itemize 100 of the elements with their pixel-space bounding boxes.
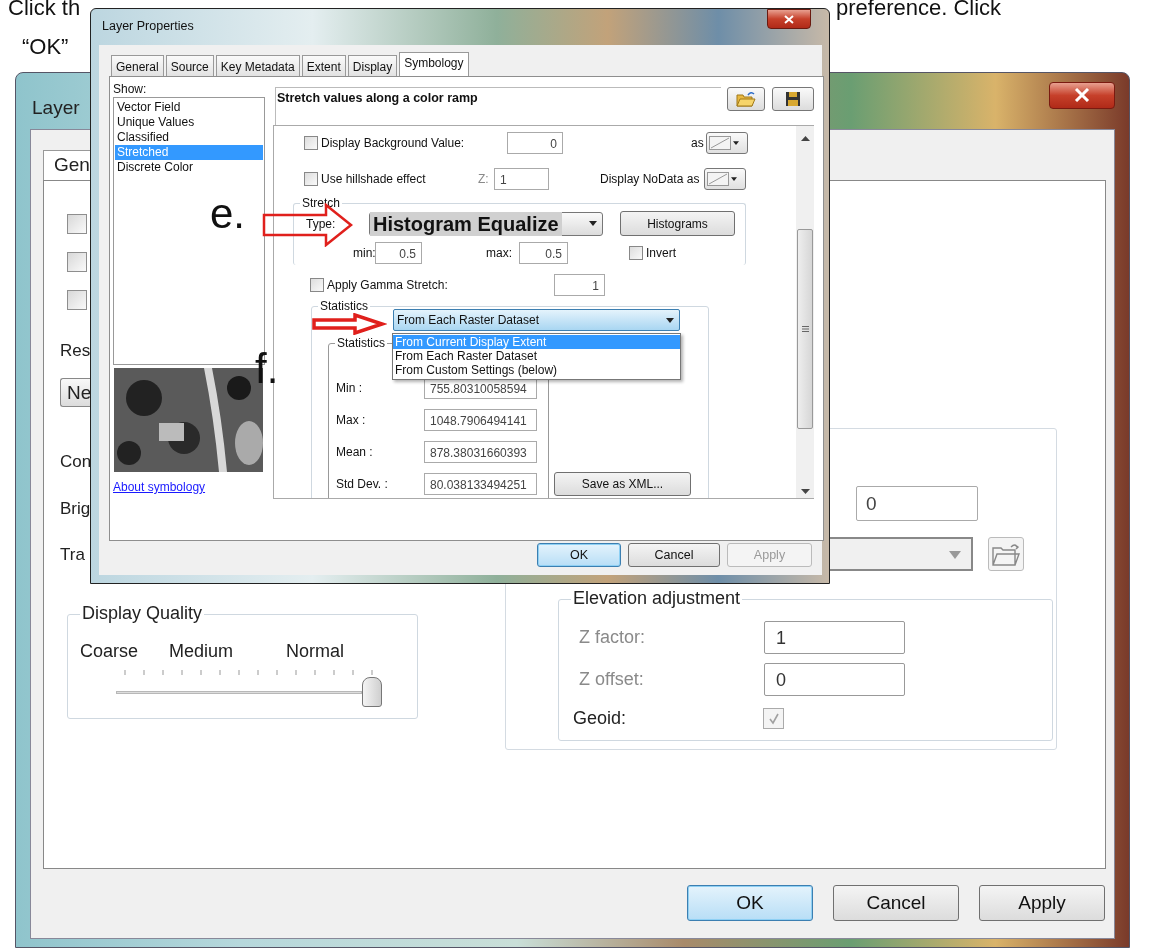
field-label: min: (353, 246, 375, 260)
arrow-icon (311, 313, 387, 335)
field-label: Use hillshade effect (321, 171, 427, 186)
checkbox[interactable] (310, 278, 324, 292)
input-field[interactable]: 0 (856, 486, 978, 521)
slider-label: Coarse (80, 641, 139, 662)
dropdown[interactable]: Ne (60, 378, 92, 407)
color-dropdown[interactable] (706, 132, 748, 154)
field-label: Display Background Value: (321, 136, 466, 150)
checkbox[interactable] (304, 171, 318, 186)
tab[interactable]: General (111, 55, 164, 76)
link[interactable]: About symbology (113, 480, 206, 494)
list-item[interactable]: Unique Values (115, 115, 263, 130)
caret-icon (949, 551, 961, 559)
folder-icon (736, 91, 757, 107)
checkbox[interactable] (67, 290, 87, 310)
field-label: Mean : (335, 445, 374, 459)
slider-label: Medium (169, 641, 234, 662)
menu-item[interactable]: From Custom Settings (below) (393, 363, 680, 377)
tab[interactable]: Key Metadata (215, 55, 300, 76)
input-field[interactable]: 0.5 (375, 242, 422, 264)
dropdown[interactable]: Histogram Equalize (369, 211, 603, 236)
field-label: Std Dev. : (335, 477, 389, 491)
window-title: Layer (32, 97, 80, 119)
instruction-text: “OK” (22, 36, 69, 58)
scrollbar[interactable] (796, 126, 814, 498)
field-label: Brig (60, 498, 91, 520)
field-label: Tra (60, 544, 85, 566)
checkmark-icon (767, 711, 781, 726)
tab[interactable]: Source (165, 55, 214, 76)
group-title: Display Quality (80, 603, 205, 624)
field-label: Invert (646, 246, 676, 260)
ok-button[interactable]: OK (537, 543, 621, 567)
field-label: Display NoData as (600, 171, 701, 186)
field-label: Geoid: (573, 707, 628, 729)
color-ramp-icon (707, 171, 729, 186)
input-field[interactable]: 1 (554, 274, 605, 296)
up-arrow-icon (800, 136, 810, 141)
group-title: Elevation adjustment (571, 588, 743, 609)
tab[interactable]: Display (347, 55, 398, 76)
group-title: Statistics (318, 299, 370, 313)
save-as-xml-button[interactable]: Save as XML... (554, 472, 691, 496)
tab[interactable]: Symbology (399, 52, 469, 76)
list-item[interactable]: Vector Field (115, 100, 263, 115)
folder-icon (991, 541, 1021, 567)
field-label: as (691, 136, 705, 150)
group-title: Statistics (335, 336, 387, 350)
input-field[interactable]: 1 (764, 620, 905, 654)
field-label: Show: (113, 83, 147, 95)
checkbox[interactable] (304, 136, 318, 150)
grip-icon (801, 326, 809, 332)
checkbox[interactable] (629, 246, 643, 260)
slider-thumb[interactable] (362, 677, 382, 707)
input-field[interactable]: 0 (764, 662, 905, 696)
slider-label: Normal (286, 641, 345, 662)
field-label: Z factor: (579, 626, 646, 648)
input-field[interactable]: 1048.7906494141 (424, 409, 537, 431)
menu-item[interactable]: From Each Raster Dataset (393, 349, 680, 363)
save-button[interactable] (772, 87, 814, 111)
cancel-button[interactable]: Cancel (628, 543, 720, 567)
caret-icon (589, 221, 597, 226)
input-field[interactable]: 0 (507, 132, 563, 154)
input-field[interactable]: 80.038133494251 (424, 473, 537, 495)
close-icon (784, 14, 794, 24)
histograms-button[interactable]: Histograms (620, 211, 735, 236)
input-field[interactable]: 0.5 (519, 242, 568, 264)
field-label: Apply Gamma Stretch: (327, 278, 449, 292)
field-label: Max : (335, 413, 367, 427)
cancel-button[interactable]: Cancel (833, 885, 959, 921)
close-button[interactable] (1049, 81, 1115, 109)
field-label: Con (60, 451, 92, 473)
field-label: Z: (478, 171, 490, 186)
dropdown[interactable]: From Each Raster Dataset (393, 309, 680, 331)
input-field[interactable]: 1 (494, 167, 549, 190)
close-icon (1074, 88, 1090, 102)
close-button[interactable] (767, 9, 811, 29)
open-button[interactable] (727, 87, 766, 111)
caret-icon (666, 317, 674, 323)
field-label: max: (486, 246, 513, 260)
window-title: Layer Properties (102, 19, 194, 33)
list-item[interactable]: Classified (115, 130, 263, 145)
caret-icon (733, 141, 739, 145)
field-label: Type: (306, 216, 337, 231)
field-label: Res (60, 340, 91, 362)
input-field[interactable]: 878.38031660393 (424, 441, 537, 463)
tab[interactable]: Extent (301, 55, 346, 76)
ok-button[interactable]: OK (687, 885, 813, 921)
field-label: Z offset: (579, 668, 645, 690)
folder-button[interactable] (988, 537, 1024, 571)
checkbox[interactable] (67, 252, 87, 272)
scrollbar-thumb[interactable] (797, 229, 813, 429)
panel-heading: Stretch values along a color ramp (275, 87, 722, 125)
annotation-label: e. (210, 193, 246, 235)
down-arrow-icon (800, 489, 810, 494)
apply-button[interactable]: Apply (979, 885, 1105, 921)
checkbox[interactable] (67, 214, 87, 234)
color-dropdown[interactable] (704, 167, 746, 190)
group-title: Stretch (300, 196, 342, 210)
color-ramp-icon (709, 136, 731, 150)
field-label: Min : (335, 381, 363, 395)
